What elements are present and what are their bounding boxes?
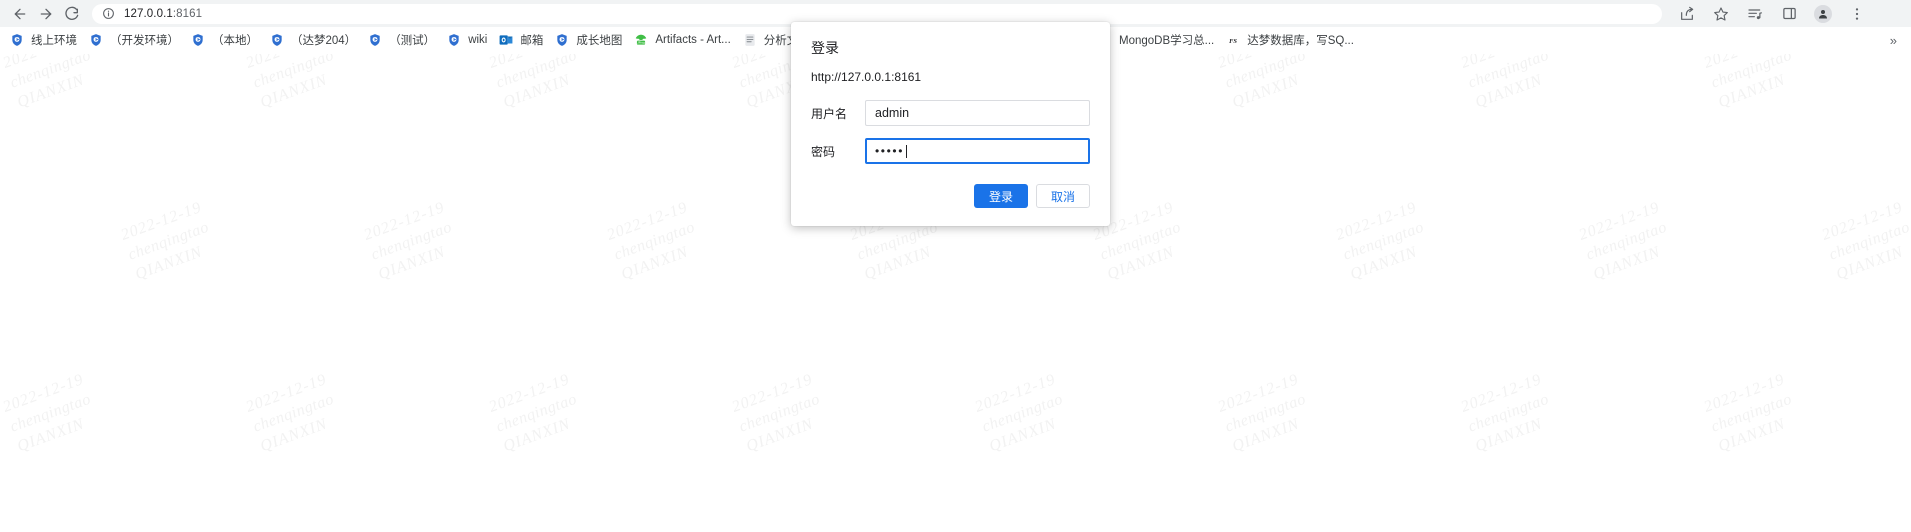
bookmark-label: wiki <box>468 34 488 46</box>
dialog-url: http://127.0.0.1:8161 <box>811 70 922 84</box>
svg-text:FS: FS <box>1229 38 1237 45</box>
password-value: ••••• <box>875 144 905 158</box>
share-icon[interactable] <box>1675 2 1699 26</box>
url-port: :8161 <box>172 7 203 20</box>
bookmark-item[interactable]: FS 达梦数据库，写SQ... <box>1220 30 1360 50</box>
text-caret <box>906 144 908 158</box>
watermark-text: 2022-12-19chenqingtaoQIANXIN <box>487 54 580 112</box>
bookmark-star-icon[interactable] <box>1709 2 1733 26</box>
bookmark-label: 邮箱 <box>520 35 544 47</box>
address-bar[interactable]: 127.0.0.1:8161 <box>92 3 1662 24</box>
bookmark-label: MongoDB学习总... <box>1118 35 1215 47</box>
username-input[interactable]: admin <box>865 100 1090 126</box>
url-text: 127.0.0.1:8161 <box>124 8 202 20</box>
username-row: 用户名 admin <box>811 100 1090 126</box>
watermark-text: 2022-12-19chenqingtaoQIANXIN <box>0 370 94 456</box>
bookmark-item[interactable]: wiki <box>441 30 493 50</box>
login-cancel-button[interactable]: 取消 <box>1035 184 1090 208</box>
watermark-text: 2022-12-19chenqingtaoQIANXIN <box>1459 54 1552 112</box>
avatar <box>1814 4 1832 23</box>
watermark-text: 2022-12-19chenqingtaoQIANXIN <box>729 370 823 456</box>
bookmark-label: （达梦204） <box>291 35 357 47</box>
watermark-text: 2022-12-19chenqingtaoQIANXIN <box>604 198 698 284</box>
shield-blue-icon <box>89 33 103 47</box>
doc-icon <box>743 33 757 47</box>
watermark-text: 2022-12-19chenqingtaoQIANXIN <box>1 54 94 112</box>
dialog-title: 登录 <box>811 40 839 56</box>
forward-button[interactable] <box>34 2 58 26</box>
chrome-menu-icon[interactable] <box>1845 2 1869 26</box>
password-row: 密码 ••••• <box>811 138 1090 164</box>
shield-blue-icon <box>555 33 569 47</box>
username-value: admin <box>875 106 910 120</box>
back-button[interactable] <box>8 2 32 26</box>
watermark-text: 2022-12-19chenqingtaoQIANXIN <box>972 370 1066 456</box>
watermark-text: 2022-12-19chenqingtaoQIANXIN <box>1701 370 1795 456</box>
bookmark-item[interactable]: MongoDB学习总... <box>1092 30 1220 50</box>
watermark-text: 2022-12-19chenqingtaoQIANXIN <box>118 198 212 284</box>
watermark-text: 2022-12-19chenqingtaoQIANXIN <box>1702 54 1795 112</box>
bookmark-item[interactable]: JFrog Artifacts - Art... <box>628 30 736 50</box>
reading-list-icon[interactable] <box>1743 2 1767 26</box>
bookmark-label: 线上环境 <box>31 35 77 47</box>
bookmark-item[interactable]: 成长地图 <box>549 30 628 50</box>
login-submit-button[interactable]: 登录 <box>973 184 1028 208</box>
dialog-actions: 登录 取消 <box>811 184 1090 208</box>
side-panel-icon[interactable] <box>1777 2 1801 26</box>
watermark-text: 2022-12-19chenqingtaoQIANXIN <box>244 54 337 112</box>
watermark-text: 2022-12-19chenqingtaoQIANXIN <box>1216 54 1309 112</box>
watermark-text: 2022-12-19chenqingtaoQIANXIN <box>361 198 455 284</box>
bookmark-label: 达梦数据库，写SQ... <box>1247 35 1354 47</box>
shield-blue-icon <box>368 33 382 47</box>
bookmark-item[interactable]: （测试） <box>362 30 441 50</box>
password-input[interactable]: ••••• <box>865 138 1090 164</box>
info-circle-icon[interactable] <box>102 7 115 20</box>
jfrog-icon: JFrog <box>634 33 648 47</box>
watermark-text: 2022-12-19chenqingtaoQIANXIN <box>1819 198 1911 284</box>
bookmark-label: （测试） <box>389 35 436 47</box>
bookmark-label: （本地） <box>212 35 258 47</box>
bookmark-item[interactable]: （达梦204） <box>264 30 362 50</box>
watermark-text: 2022-12-19chenqingtaoQIANXIN <box>1458 370 1552 456</box>
bookmark-label: Artifacts - Art... <box>655 34 731 46</box>
bookmark-item[interactable]: （开发环境） <box>83 30 185 50</box>
shield-blue-icon <box>10 33 24 47</box>
reload-button[interactable] <box>60 2 84 26</box>
shield-blue-icon <box>191 33 205 47</box>
password-label: 密码 <box>811 144 836 159</box>
bookmark-item[interactable]: （本地） <box>185 30 264 50</box>
bookmark-item[interactable]: 线上环境 <box>4 30 83 50</box>
login-dialog: 登录 http://127.0.0.1:8161 用户名 admin 密码 ••… <box>791 22 1110 226</box>
svg-text:JFrog: JFrog <box>638 41 646 45</box>
username-label: 用户名 <box>811 106 848 121</box>
shield-blue-icon <box>447 33 461 47</box>
browser-window: 127.0.0.1:8161 线上环境 （开发环境） （本地） （达梦204） … <box>0 0 1911 532</box>
outlook-icon <box>499 33 513 47</box>
bookmarks-overflow-button[interactable]: » <box>1882 33 1905 48</box>
watermark-text: 2022-12-19chenqingtaoQIANXIN <box>1215 370 1309 456</box>
watermark-text: 2022-12-19chenqingtaoQIANXIN <box>1576 198 1670 284</box>
watermark-text: 2022-12-19chenqingtaoQIANXIN <box>486 370 580 456</box>
watermark-text: 2022-12-19chenqingtaoQIANXIN <box>1333 198 1427 284</box>
bookmark-label: （开发环境） <box>110 35 179 47</box>
url-host: 127.0.0.1 <box>124 7 173 20</box>
profile-avatar-icon[interactable] <box>1811 2 1835 26</box>
bookmark-item[interactable]: 邮箱 <box>493 30 549 50</box>
watermark-text: 2022-12-19chenqingtaoQIANXIN <box>243 370 337 456</box>
fs-icon: FS <box>1226 33 1240 47</box>
shield-blue-icon <box>270 33 284 47</box>
bookmark-label: 成长地图 <box>576 35 623 47</box>
